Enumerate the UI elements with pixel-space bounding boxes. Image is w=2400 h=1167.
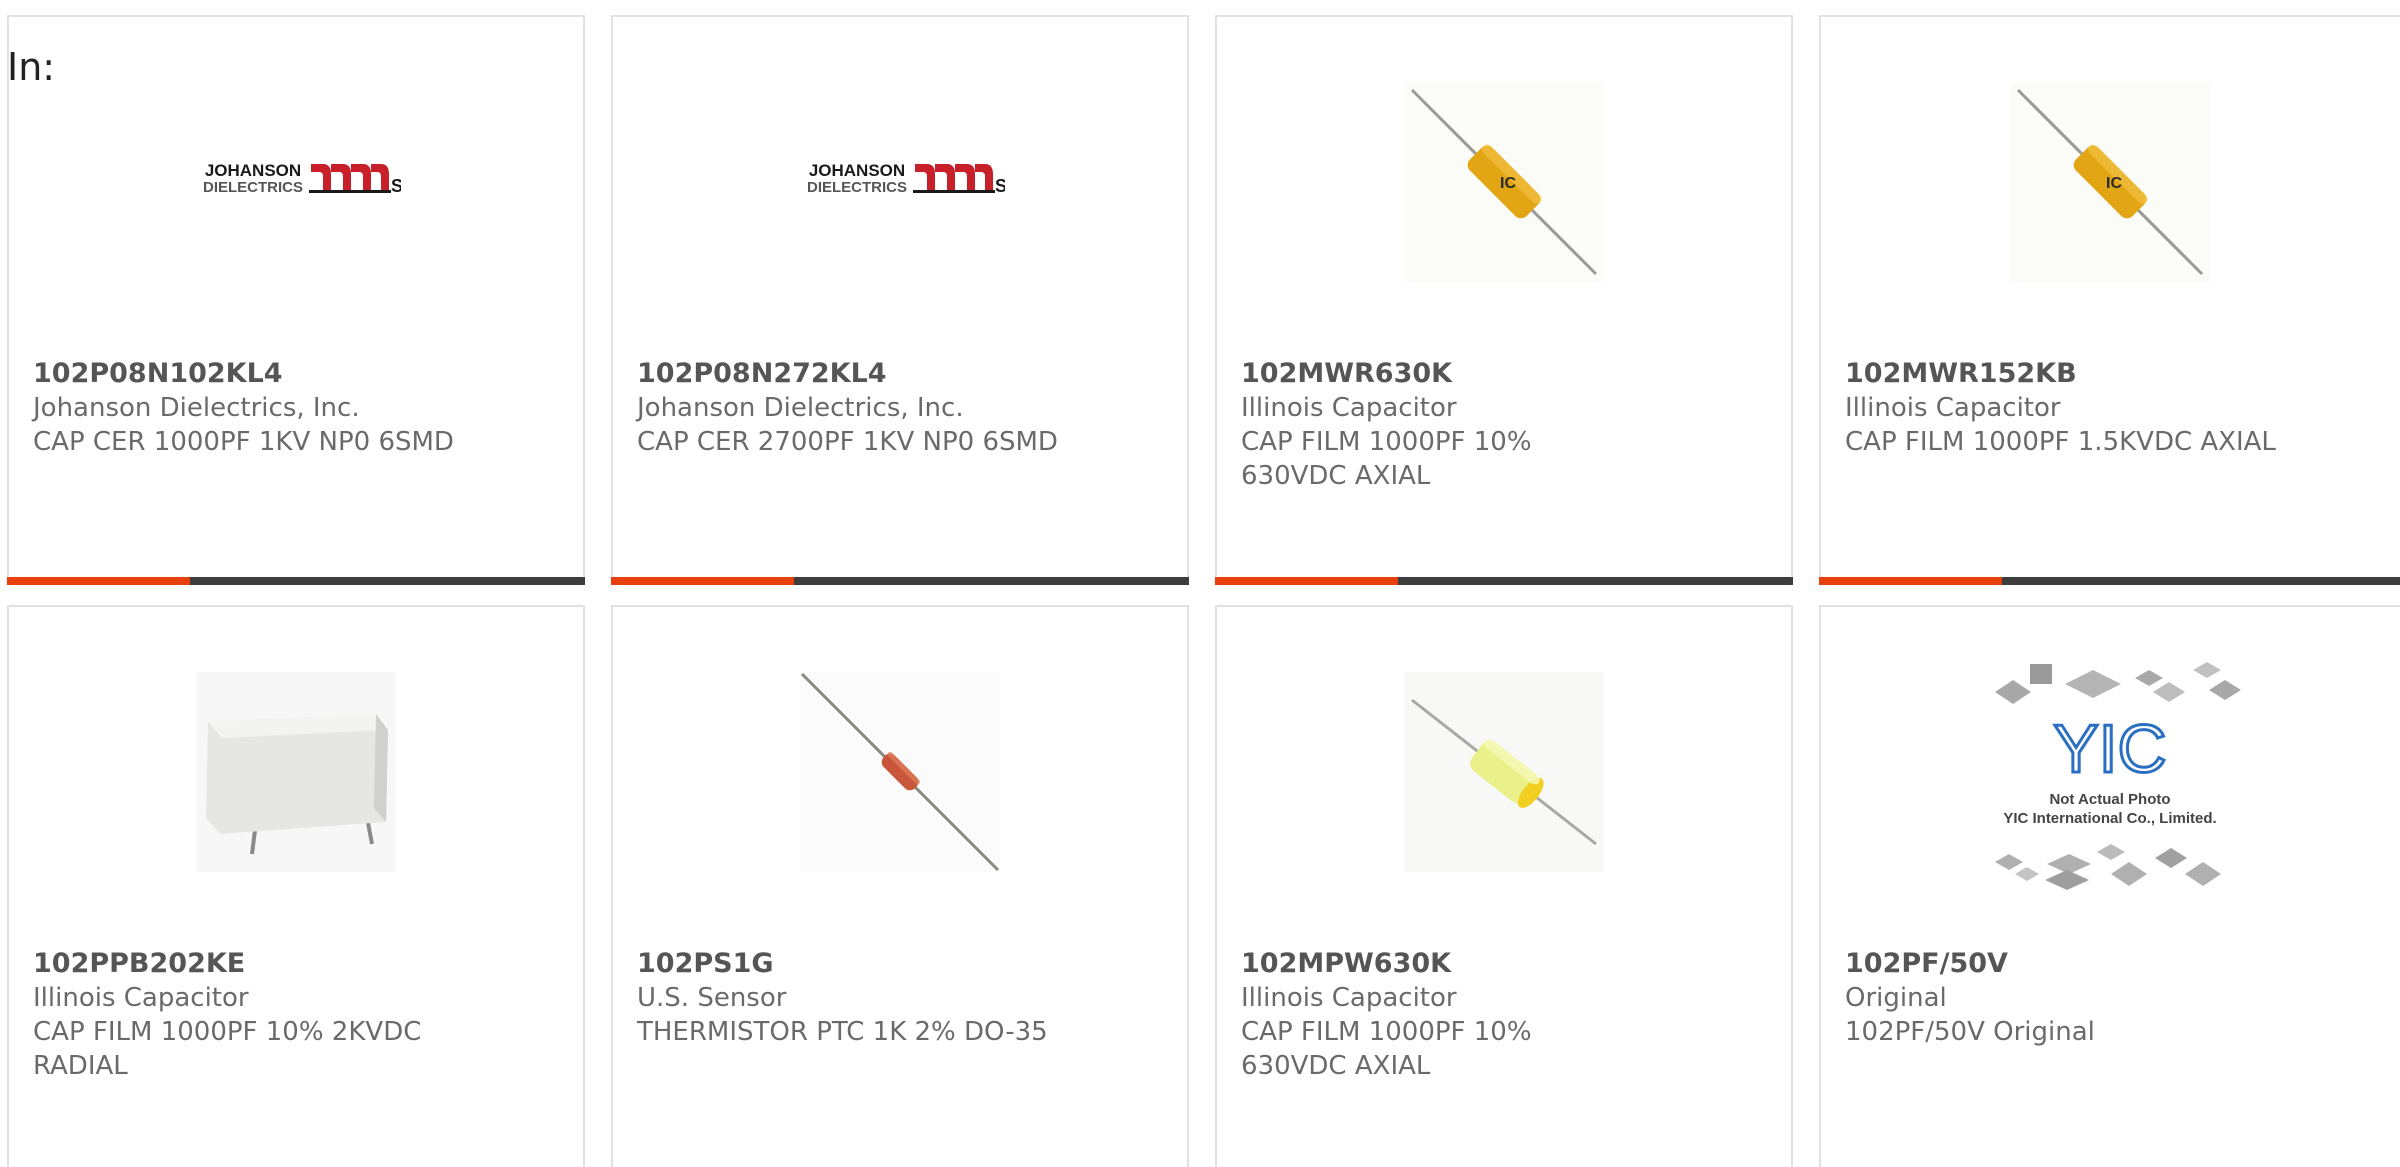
product-image[interactable]: IC xyxy=(1217,17,1791,347)
manufacturer: Illinois Capacitor xyxy=(1241,983,1457,1013)
product-grid-page: In: JOHANSON DIELECTRICS S 102P08N102KL4… xyxy=(0,0,2400,1167)
product-card[interactable]: YIC Not Actual Photo YIC International C… xyxy=(1819,605,2400,1167)
product-card[interactable]: 102PS1G U.S. Sensor THERMISTOR PTC 1K 2%… xyxy=(611,605,1189,1167)
placeholder-line2: YIC International Co., Limited. xyxy=(2003,810,2216,827)
product-card[interactable]: JOHANSON DIELECTRICS S 102P08N102KL4 Joh… xyxy=(7,15,585,585)
product-image[interactable] xyxy=(1217,607,1791,937)
card-accent-bar xyxy=(1215,577,1398,585)
radial-capacitor-icon xyxy=(196,672,396,872)
placeholder-line1: Not Actual Photo xyxy=(2049,791,2170,808)
manufacturer: Illinois Capacitor xyxy=(1241,393,1457,423)
card-accent-bar xyxy=(1819,577,2002,585)
part-number[interactable]: 102PF/50V xyxy=(1845,948,2008,979)
thermistor-icon xyxy=(800,672,1000,872)
part-number[interactable]: 102MWR152KB xyxy=(1845,358,2077,389)
product-card[interactable]: IC 102MWR152KB Illinois Capacitor CAP FI… xyxy=(1819,15,2400,585)
logo-line1: JOHANSON xyxy=(809,161,905,180)
card-bottom-bar xyxy=(1215,577,1793,585)
product-image[interactable] xyxy=(613,607,1187,937)
card-accent-bar xyxy=(7,577,190,585)
yic-placeholder-icon: YIC Not Actual Photo YIC International C… xyxy=(1995,662,2241,890)
svg-text:IC: IC xyxy=(2106,175,2122,192)
description: CAP FILM 1000PF 10% 630VDC AXIAL xyxy=(1241,427,1532,491)
product-image[interactable]: JOHANSON DIELECTRICS S xyxy=(9,17,583,347)
product-image[interactable]: IC xyxy=(1821,17,2399,347)
product-info: 102PPB202KE Illinois Capacitor CAP FILM … xyxy=(33,947,559,1083)
product-image[interactable]: JOHANSON DIELECTRICS S xyxy=(613,17,1187,347)
product-card[interactable]: 102MPW630K Illinois Capacitor CAP FILM 1… xyxy=(1215,605,1793,1167)
part-number[interactable]: 102MWR630K xyxy=(1241,358,1452,389)
johanson-logo-icon: JOHANSON DIELECTRICS S xyxy=(807,161,1005,196)
product-info: 102PF/50V Original 102PF/50V Original xyxy=(1845,947,2381,1049)
part-number[interactable]: 102PS1G xyxy=(637,948,774,979)
svg-text:S: S xyxy=(995,176,1005,196)
axial-capacitor-icon: IC xyxy=(1404,82,1604,282)
description: 102PF/50V Original xyxy=(1845,1017,2095,1047)
card-bottom-bar xyxy=(1819,577,2400,585)
axial-capacitor-icon: IC xyxy=(2010,82,2210,282)
product-info: 102MWR630K Illinois Capacitor CAP FILM 1… xyxy=(1241,357,1767,493)
logo-line2: DIELECTRICS xyxy=(807,179,907,196)
card-bottom-bar xyxy=(611,577,1189,585)
part-number[interactable]: 102PPB202KE xyxy=(33,948,245,979)
part-number[interactable]: 102MPW630K xyxy=(1241,948,1451,979)
product-card[interactable]: JOHANSON DIELECTRICS S 102P08N272KL4 Joh… xyxy=(611,15,1189,585)
product-card[interactable]: IC 102MWR630K Illinois Capacitor CAP FIL… xyxy=(1215,15,1793,585)
search-scope-label: In: xyxy=(7,45,56,89)
manufacturer: Original xyxy=(1845,983,1947,1013)
product-image[interactable] xyxy=(9,607,583,937)
card-accent-bar xyxy=(611,577,794,585)
svg-text:S: S xyxy=(391,176,401,196)
manufacturer: U.S. Sensor xyxy=(637,983,787,1013)
description: CAP CER 1000PF 1KV NP0 6SMD xyxy=(33,427,454,457)
part-number[interactable]: 102P08N272KL4 xyxy=(637,358,887,389)
manufacturer: Illinois Capacitor xyxy=(33,983,249,1013)
product-info: 102MWR152KB Illinois Capacitor CAP FILM … xyxy=(1845,357,2381,459)
product-image[interactable]: YIC Not Actual Photo YIC International C… xyxy=(1821,607,2399,937)
description: THERMISTOR PTC 1K 2% DO-35 xyxy=(637,1017,1048,1047)
product-info: 102P08N102KL4 Johanson Dielectrics, Inc.… xyxy=(33,357,559,459)
manufacturer: Johanson Dielectrics, Inc. xyxy=(637,393,964,423)
description: CAP CER 2700PF 1KV NP0 6SMD xyxy=(637,427,1058,457)
product-card[interactable]: 102PPB202KE Illinois Capacitor CAP FILM … xyxy=(7,605,585,1167)
yic-logo-text: YIC xyxy=(2053,711,2166,787)
product-info: 102PS1G U.S. Sensor THERMISTOR PTC 1K 2%… xyxy=(637,947,1163,1049)
svg-text:IC: IC xyxy=(1500,175,1516,192)
description: CAP FILM 1000PF 1.5KVDC AXIAL xyxy=(1845,427,2276,457)
product-info: 102P08N272KL4 Johanson Dielectrics, Inc.… xyxy=(637,357,1163,459)
card-bottom-bar xyxy=(7,577,585,585)
description: CAP FILM 1000PF 10% 630VDC AXIAL xyxy=(1241,1017,1532,1081)
part-number[interactable]: 102P08N102KL4 xyxy=(33,358,283,389)
product-info: 102MPW630K Illinois Capacitor CAP FILM 1… xyxy=(1241,947,1767,1083)
johanson-logo-icon: JOHANSON DIELECTRICS S xyxy=(203,161,401,196)
axial-capacitor-icon xyxy=(1404,672,1604,872)
description: CAP FILM 1000PF 10% 2KVDC RADIAL xyxy=(33,1017,422,1081)
manufacturer: Johanson Dielectrics, Inc. xyxy=(33,393,360,423)
logo-line2: DIELECTRICS xyxy=(203,179,303,196)
manufacturer: Illinois Capacitor xyxy=(1845,393,2061,423)
logo-line1: JOHANSON xyxy=(205,161,301,180)
